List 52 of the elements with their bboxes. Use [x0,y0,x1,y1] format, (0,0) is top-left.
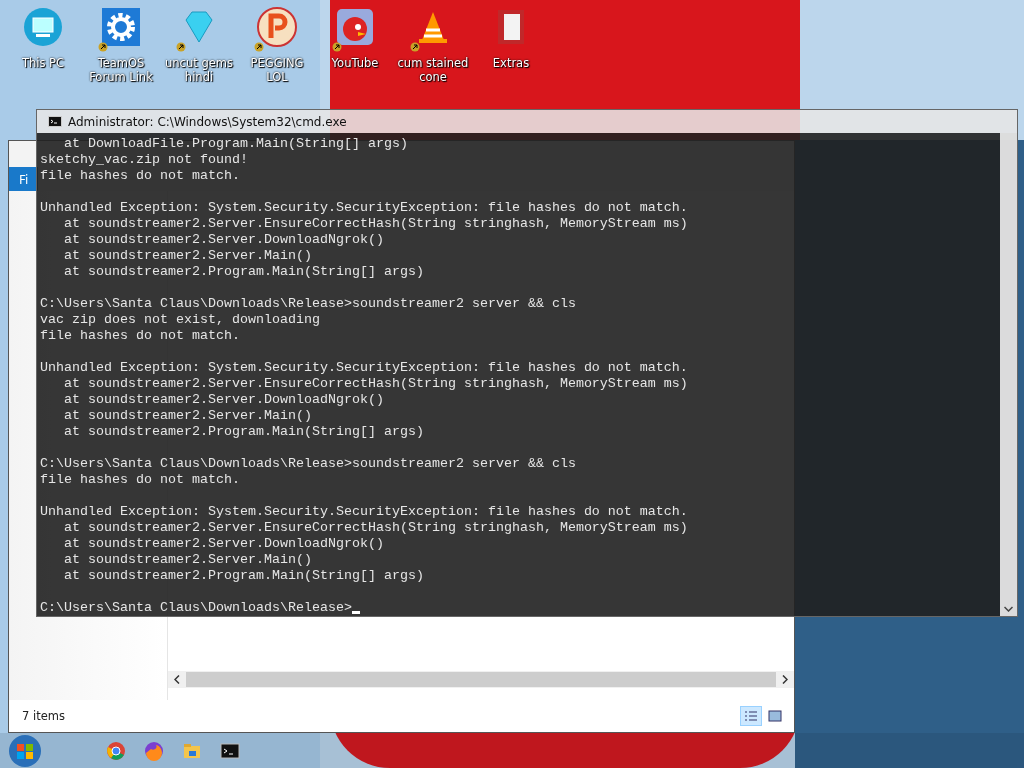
console-line: sketchy_vac.zip not found! [40,152,248,168]
scroll-right-icon[interactable] [782,675,788,684]
console-line: at soundstreamer2.Server.EnsureCorrectHash(String stringhash, MemoryStream ms) [63,376,688,392]
console-line: at soundstreamer2.Program.Main(String[] args) [63,264,424,280]
shortcut-arrow-icon [98,42,108,52]
shortcut-arrow-icon [410,42,420,52]
console-line: at soundstreamer2.Server.Main() [63,408,312,424]
console-line: Unhandled Exception: System.Security.SecurityException: file hashes do not match. [40,504,688,520]
console-line: at DownloadFile.Program.Main(String[] args) [63,136,408,152]
console-icon[interactable] [220,740,240,761]
console-line: at soundstreamer2.Program.Main(String[] args) [63,568,424,584]
shortcut-arrow-icon [254,42,264,52]
window-title: Administrator: C:\Windows\System32\cmd.exe [68,114,347,129]
console-line: file hashes do not match. [40,472,240,488]
console-line: C:\Users\Santa Claus\Downloads\Release>soundstreamer2 server && cls [40,296,576,312]
console-line: C:\Users\Santa Claus\Downloads\Release> [40,600,352,616]
browser-icon[interactable] [106,740,126,761]
console-line: at soundstreamer2.Server.EnsureCorrectHash(String stringhash, MemoryStream ms) [63,216,688,232]
console-line: Unhandled Exception: System.Security.SecurityException: file hashes do not match. [40,360,688,376]
computer-icon[interactable] [22,6,64,48]
picture-icon [768,710,782,722]
console-line: at soundstreamer2.Server.Main() [63,552,312,568]
console-line: C:\Users\Santa Claus\Downloads\Release>soundstreamer2 server && cls [40,456,576,472]
console-line: at soundstreamer2.Server.DownloadNgrok() [63,536,384,552]
console-line: file hashes do not match. [40,328,240,344]
item-count: 7 items [22,709,65,723]
console-line: at soundstreamer2.Server.Main() [63,248,312,264]
scroll-down-icon[interactable] [1004,606,1013,612]
scroll-left-icon[interactable] [174,675,180,684]
letter-icon[interactable] [256,6,298,48]
console-line: at soundstreamer2.Program.Main(String[] args) [63,424,424,440]
desktop-icon-label[interactable]: cum stained cone [394,56,472,84]
fox-icon[interactable] [144,740,164,761]
desktop-icon-label[interactable]: YouTube [331,56,379,70]
console-line: vac zip does not exist, downloading [40,312,320,328]
vertical-scrollbar[interactable] [1000,133,1017,616]
list-icon [744,710,758,722]
console-line: at soundstreamer2.Server.DownloadNgrok() [63,232,384,248]
shortcut-arrow-icon [332,42,342,52]
shortcut-arrow-icon [176,42,186,52]
console-line: at soundstreamer2.Server.DownloadNgrok() [63,392,384,408]
console-icon [48,116,62,127]
desktop-icon-label[interactable]: Extras [492,56,530,70]
console-line: file hashes do not match. [40,168,240,184]
horizontal-scrollbar[interactable] [168,671,794,688]
console-line: at soundstreamer2.Server.EnsureCorrectHash(String stringhash, MemoryStream ms) [63,520,688,536]
file-tab[interactable]: Fi [9,167,39,191]
details-view-button[interactable] [740,706,762,726]
bird-icon[interactable] [334,6,376,48]
gear-icon[interactable] [100,6,142,48]
console-line: Unhandled Exception: System.Security.SecurityException: file hashes do not match. [40,200,688,216]
start-button[interactable] [8,733,42,768]
